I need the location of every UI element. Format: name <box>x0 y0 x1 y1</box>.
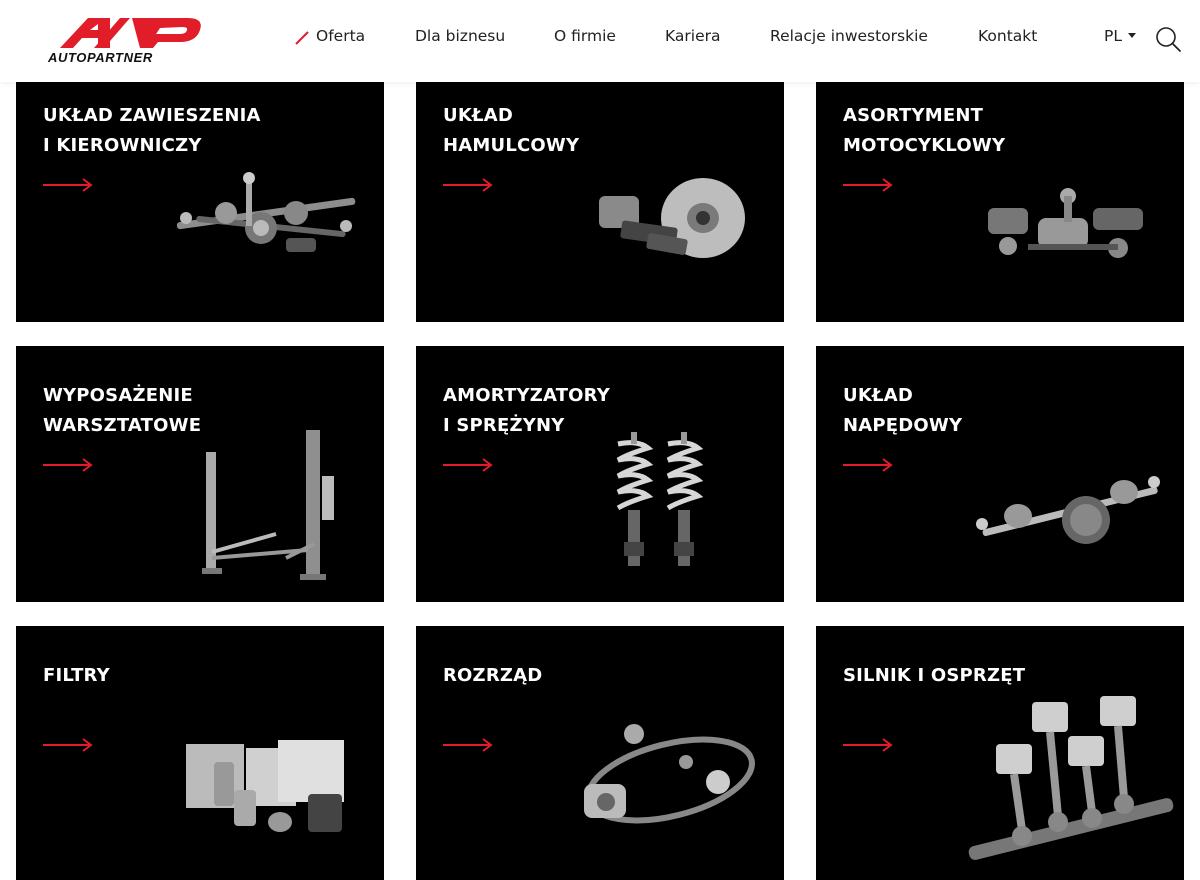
nav-item-kontakt[interactable]: Kontakt <box>978 27 1037 45</box>
site-header: AUTOPARTNER Oferta Dla biznesu O firmie … <box>0 0 1200 82</box>
category-tile-timing[interactable]: ROZRZĄD <box>416 626 784 880</box>
tile-title: SILNIK I OSPRZĘT <box>843 661 1143 691</box>
category-tile-shocks-springs[interactable]: AMORTYZATORY I SPRĘŻYNY <box>416 346 784 602</box>
nav-item-label: Oferta <box>316 27 366 45</box>
tile-title-line: ROZRZĄD <box>443 665 543 686</box>
category-tile-workshop[interactable]: WYPOSAŻENIE WARSZTATOWE <box>16 346 384 602</box>
arrow-right-icon <box>43 738 93 752</box>
filters-image <box>186 740 344 832</box>
nav-item-kariera[interactable]: Kariera <box>665 27 720 45</box>
shock-absorbers-image <box>616 432 704 566</box>
tile-title-line: AMORTYZATORY <box>443 385 610 406</box>
arrow-right-icon <box>43 458 93 472</box>
tile-title: ROZRZĄD <box>443 661 743 691</box>
nav-item-relacje-inwestorskie[interactable]: Relacje inwestorskie <box>770 27 928 45</box>
category-tile-suspension[interactable]: UKŁAD ZAWIESZENIA I KIEROWNICZY <box>16 82 384 322</box>
ap-logo-mark <box>60 18 201 48</box>
category-tile-engine[interactable]: SILNIK I OSPRZĘT <box>816 626 1184 880</box>
arrow-right-icon <box>443 178 493 192</box>
active-slash-icon <box>295 31 309 45</box>
tile-title-line: WYPOSAŻENIE <box>43 385 193 406</box>
category-tile-motorcycle[interactable]: ASORTYMENT MOTOCYKLOWY <box>816 82 1184 322</box>
arrow-right-icon <box>443 738 493 752</box>
tile-title-line: NAPĘDOWY <box>843 415 963 436</box>
tile-title-line: MOTOCYKLOWY <box>843 135 1006 156</box>
brake-parts-image <box>599 178 745 258</box>
tile-title: UKŁAD NAPĘDOWY <box>843 381 1143 441</box>
tile-title: UKŁAD ZAWIESZENIA I KIEROWNICZY <box>43 101 343 161</box>
arrow-right-icon <box>843 458 893 472</box>
search-icon[interactable] <box>1154 25 1182 53</box>
nav-item-oferta[interactable]: Oferta <box>295 27 366 45</box>
tile-title-line: UKŁAD <box>443 105 513 126</box>
timing-belt-kit-image <box>584 724 755 824</box>
nav-item-label: Kontakt <box>978 27 1038 45</box>
tile-title-line: SILNIK I OSPRZĘT <box>843 665 1026 686</box>
tile-title-line: ASORTYMENT <box>843 105 984 126</box>
tile-title-line: UKŁAD ZAWIESZENIA <box>43 105 261 126</box>
car-lift-image <box>202 430 334 580</box>
arrow-right-icon <box>843 738 893 752</box>
arrow-right-icon <box>843 178 893 192</box>
arrow-right-icon <box>443 458 493 472</box>
category-tile-filters[interactable]: FILTRY <box>16 626 384 880</box>
nav-item-label: Relacje inwestorskie <box>770 27 928 45</box>
nav-item-label: Kariera <box>665 27 721 45</box>
nav-item-label: Dla biznesu <box>415 27 506 45</box>
tile-title: UKŁAD HAMULCOWY <box>443 101 743 161</box>
language-selector[interactable]: PL <box>1104 27 1136 45</box>
tile-title-line: I KIEROWNICZY <box>43 135 202 156</box>
autopartner-logo[interactable]: AUTOPARTNER <box>48 14 208 66</box>
tile-title: ASORTYMENT MOTOCYKLOWY <box>843 101 1143 161</box>
tile-title-line: FILTRY <box>43 665 110 686</box>
nav-item-o-firmie[interactable]: O firmie <box>554 27 616 45</box>
drive-shaft-image <box>976 476 1160 544</box>
nav-item-dla-biznesu[interactable]: Dla biznesu <box>415 27 505 45</box>
nav-item-label: O firmie <box>554 27 616 45</box>
language-label: PL <box>1104 27 1122 45</box>
motorcycle-parts-image <box>988 188 1143 258</box>
engine-pistons-image <box>968 696 1174 860</box>
tile-title-line: HAMULCOWY <box>443 135 580 156</box>
logo-wordmark: AUTOPARTNER <box>48 50 153 65</box>
arrow-right-icon <box>43 178 93 192</box>
tile-title-line: UKŁAD <box>843 385 913 406</box>
suspension-steering-parts-image <box>176 172 356 252</box>
category-tile-drivetrain[interactable]: UKŁAD NAPĘDOWY <box>816 346 1184 602</box>
category-tile-brakes[interactable]: UKŁAD HAMULCOWY <box>416 82 784 322</box>
tile-title: FILTRY <box>43 661 343 691</box>
caret-down-icon <box>1127 33 1136 38</box>
